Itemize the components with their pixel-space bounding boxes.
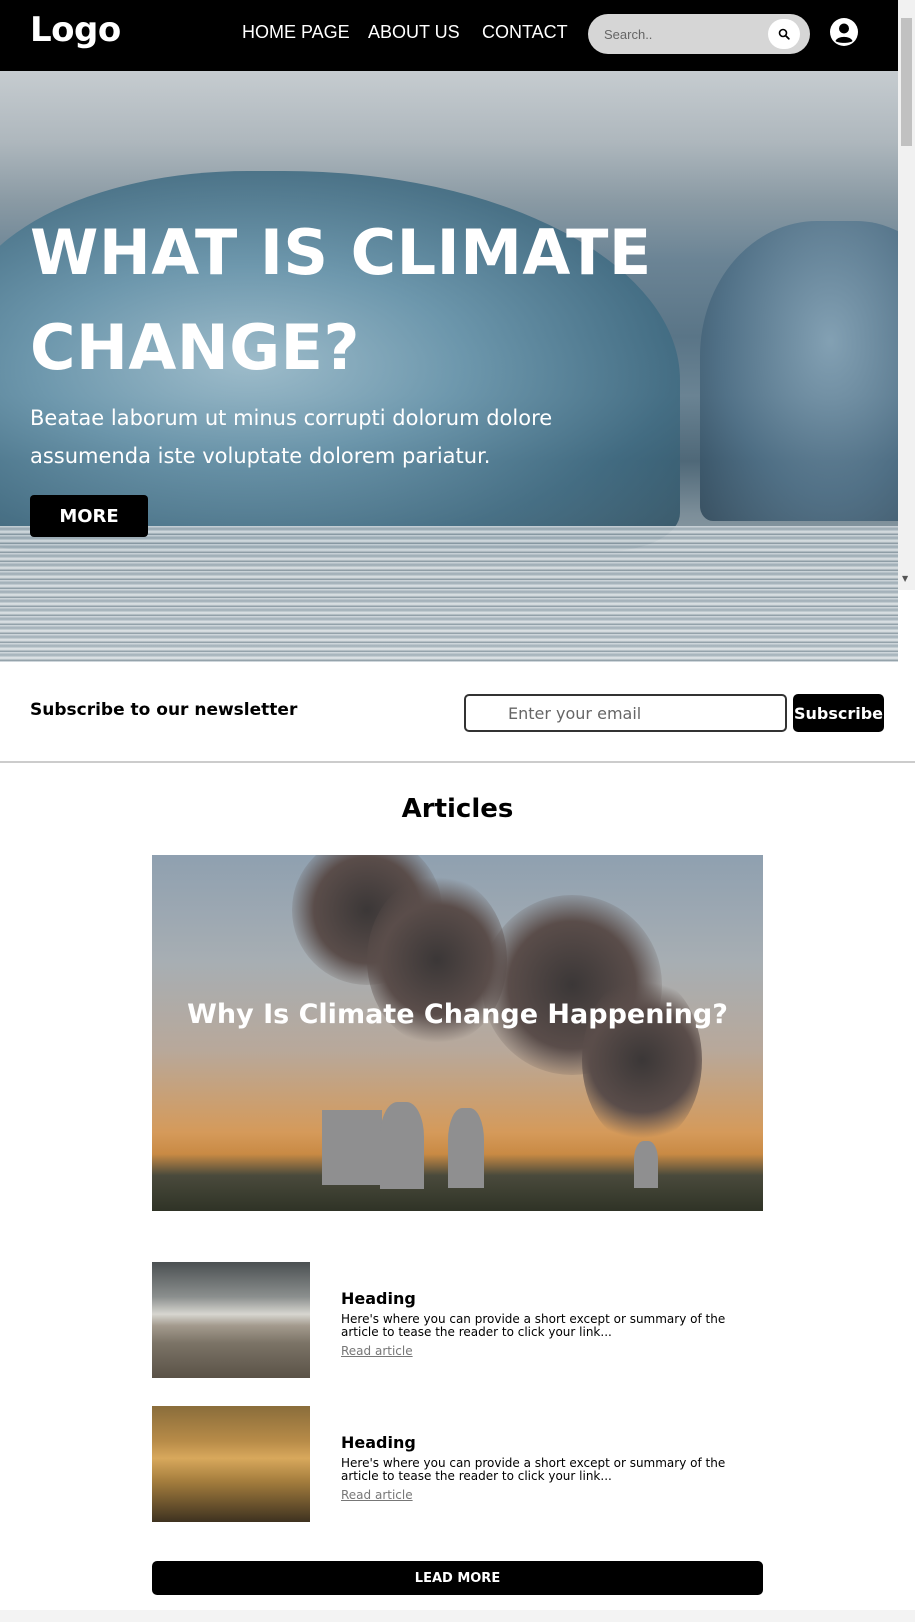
subscribe-button[interactable]: Subscribe: [793, 694, 884, 732]
lead-more-button[interactable]: LEAD MORE: [152, 1561, 763, 1595]
email-field[interactable]: [464, 694, 787, 732]
water-image: [0, 526, 898, 662]
article-summary: Here's where you can provide a short exc…: [341, 1456, 726, 1483]
article-image-smog[interactable]: [152, 1406, 310, 1522]
more-button[interactable]: MORE: [30, 495, 148, 537]
article-card: Heading Here's where you can provide a s…: [152, 1262, 764, 1378]
search-input[interactable]: [604, 24, 754, 44]
nav-link-contact[interactable]: CONTACT: [482, 22, 568, 43]
scrollbar[interactable]: ▼: [898, 0, 915, 590]
hero-title: WHAT IS CLIMATE CHANGE?: [30, 216, 652, 384]
newsletter-title: Subscribe to our newsletter: [30, 700, 298, 720]
top-nav: Logo HOME PAGE ABOUT US CONTACT: [0, 0, 898, 71]
article-image-drought[interactable]: [152, 1262, 310, 1378]
read-article-link[interactable]: Read article: [341, 1344, 413, 1358]
read-article-link[interactable]: Read article: [341, 1488, 413, 1502]
newsletter-section: Subscribe to our newsletter Subscribe: [0, 662, 915, 763]
cooling-tower: [634, 1141, 658, 1188]
scroll-down-arrow-icon[interactable]: ▼: [902, 574, 908, 583]
article-heading: Heading: [341, 1433, 416, 1452]
scrollbar-thumb[interactable]: [901, 18, 912, 146]
nav-link-home[interactable]: HOME PAGE: [242, 22, 350, 43]
cooling-tower: [448, 1108, 484, 1188]
article-heading: Heading: [341, 1289, 416, 1308]
hero-banner: WHAT IS CLIMATE CHANGE? Beatae laborum u…: [0, 71, 898, 662]
article-summary: Here's where you can provide a short exc…: [341, 1312, 726, 1339]
cooling-tower: [380, 1102, 424, 1189]
user-circle-icon[interactable]: [829, 17, 859, 47]
nav-link-about[interactable]: ABOUT US: [368, 22, 460, 43]
page-footer-edge: [0, 1610, 915, 1622]
featured-article-title[interactable]: Why Is Climate Change Happening?: [152, 995, 763, 1035]
featured-article[interactable]: Why Is Climate Change Happening?: [152, 855, 763, 1211]
search-icon: [778, 28, 790, 40]
articles-title: Articles: [401, 794, 514, 824]
article-card: Heading Here's where you can provide a s…: [152, 1406, 764, 1522]
hero-text: Beatae laborum ut minus corrupti dolorum…: [30, 406, 553, 468]
logo[interactable]: Logo: [30, 10, 121, 50]
power-plant-building: [322, 1110, 382, 1185]
search-button[interactable]: [768, 19, 800, 49]
search-box: [588, 14, 810, 54]
